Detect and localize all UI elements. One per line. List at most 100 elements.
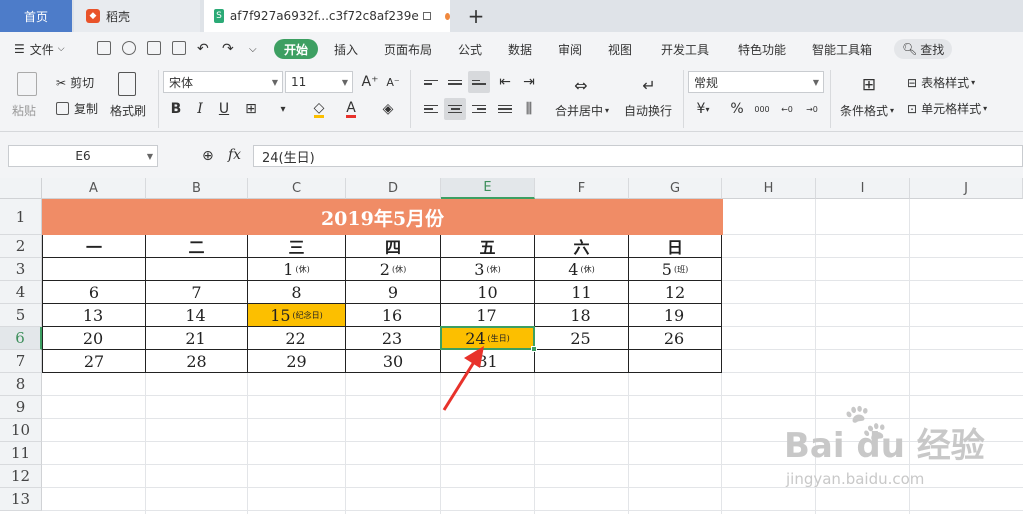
print-preview-icon[interactable] xyxy=(172,41,186,55)
more-fonts-chevron-icon[interactable]: ▾ xyxy=(272,98,294,120)
copy-icon xyxy=(56,102,69,115)
cut-label: 剪切 xyxy=(70,76,95,90)
font-size-value: 11 xyxy=(291,75,307,89)
name-box[interactable]: E6 ▼ xyxy=(8,145,158,167)
tab-special-features[interactable]: 特色功能 xyxy=(738,39,786,59)
number-format-select[interactable]: 常规 ▼ xyxy=(688,71,824,93)
docer-logo-icon: ◆ xyxy=(86,9,100,23)
thousands-separator-icon[interactable]: 000 xyxy=(751,98,773,120)
undo-icon[interactable]: ↶ xyxy=(197,39,209,59)
italic-icon[interactable]: I xyxy=(189,98,211,120)
chevron-down-icon: ▾ xyxy=(983,104,988,113)
chevron-down-icon: ▾ xyxy=(890,106,895,115)
clear-format-icon[interactable]: ◈ xyxy=(377,98,399,120)
tab-page-layout[interactable]: 页面布局 xyxy=(384,39,432,59)
decrease-font-size-icon[interactable]: A⁻ xyxy=(382,71,404,93)
decrease-decimal-icon[interactable]: →0 xyxy=(801,98,823,120)
paste-button[interactable]: 粘贴 xyxy=(12,102,36,119)
tab-docer[interactable]: ◆ 稻壳 xyxy=(74,0,200,32)
currency-symbol: ¥ xyxy=(696,101,706,117)
name-box-value: E6 xyxy=(75,149,91,163)
cell-style-button[interactable]: ⊡ 单元格样式 ▾ xyxy=(907,100,987,117)
tab-developer[interactable]: 开发工具 xyxy=(661,39,709,59)
monitor-icon xyxy=(422,12,432,20)
scissors-icon: ✂ xyxy=(56,75,67,90)
copy-button[interactable]: 复制 xyxy=(56,100,98,117)
tab-insert[interactable]: 插入 xyxy=(334,39,358,59)
arrow-shaft xyxy=(442,361,476,411)
tab-data[interactable]: 数据 xyxy=(508,39,532,59)
distributed-icon[interactable]: ⫼ xyxy=(518,98,540,120)
align-bottom-icon[interactable] xyxy=(468,71,490,93)
hamburger-icon: ☰ xyxy=(14,42,25,56)
font-color-icon[interactable]: A xyxy=(340,98,362,120)
cut-button[interactable]: ✂ 剪切 xyxy=(56,74,94,91)
insert-function-button[interactable]: fx xyxy=(228,147,241,163)
percent-symbol: % xyxy=(730,101,744,117)
watermark-brand: Bai du 经验 xyxy=(784,426,985,466)
align-left-icon[interactable] xyxy=(420,98,442,120)
ribbon-divider xyxy=(158,70,159,128)
number-format-value: 常规 xyxy=(694,75,719,90)
format-painter-icon[interactable] xyxy=(118,72,136,96)
save-icon[interactable] xyxy=(97,41,111,55)
customize-toolbar-icon[interactable]: ⌵ xyxy=(249,39,257,59)
font-name-select[interactable]: 宋体 ▼ xyxy=(163,71,283,93)
fill-color-icon[interactable]: ◇ xyxy=(308,98,330,120)
chevron-down-icon: ▾ xyxy=(605,106,610,115)
zoom-formula-icon[interactable]: ⊕ xyxy=(202,148,214,164)
bold-icon[interactable]: B xyxy=(165,98,187,120)
new-tab-button[interactable]: + xyxy=(464,0,488,32)
percent-icon[interactable]: % xyxy=(726,98,748,120)
plus-icon: + xyxy=(467,4,485,28)
ribbon-toolbar: 粘贴 ✂ 剪切 复制 格式刷 宋体 ▼ 11 ▼ A⁺ A⁻ B I U ⊞ ▾ ◇ … xyxy=(0,66,1023,132)
underline-icon[interactable]: U xyxy=(213,98,235,120)
font-size-select[interactable]: 11 ▼ xyxy=(285,71,353,93)
redo-icon[interactable]: ↷ xyxy=(222,39,234,59)
formula-bar: E6 ▼ ⊕ fx 24(生日) xyxy=(0,132,1023,178)
currency-icon[interactable]: ¥ ▾ xyxy=(692,98,714,120)
indent-decrease-icon[interactable]: ⇤ xyxy=(494,71,516,93)
tab-start[interactable]: 开始 xyxy=(274,39,319,59)
align-top-icon[interactable] xyxy=(420,71,442,93)
search-button[interactable]: 🔍︎ 查找 xyxy=(894,39,953,59)
formula-value: 24(生日) xyxy=(262,150,315,166)
conditional-format-icon[interactable]: ⊞ xyxy=(858,74,880,96)
justify-icon[interactable] xyxy=(494,98,516,120)
increase-font-size-icon[interactable]: A⁺ xyxy=(359,71,381,93)
tab-document[interactable]: Saf7f927a6932f...c3f72c8af239e xyxy=(204,0,450,32)
paste-icon[interactable] xyxy=(17,72,37,96)
wrap-text-icon[interactable]: ↵ xyxy=(638,74,660,96)
tab-review[interactable]: 审阅 xyxy=(558,39,582,59)
conditional-format-button[interactable]: 条件格式 ▾ xyxy=(840,102,894,119)
align-center-icon[interactable] xyxy=(444,98,466,120)
tab-smart-toolbox[interactable]: 智能工具箱 xyxy=(812,39,872,59)
unsaved-dot-icon xyxy=(445,12,450,20)
format-painter-button[interactable]: 格式刷 xyxy=(110,102,146,119)
font-name-value: 宋体 xyxy=(169,75,194,90)
tab-view[interactable]: 视图 xyxy=(608,39,632,59)
align-middle-icon[interactable] xyxy=(444,71,466,93)
search-icon: 🔍︎ xyxy=(902,42,918,56)
chevron-down-icon: ▼ xyxy=(271,78,278,87)
merge-center-button[interactable]: 合并居中 ▾ xyxy=(555,102,609,119)
tab-home[interactable]: 首页 xyxy=(0,0,72,32)
tab-formulas[interactable]: 公式 xyxy=(458,39,482,59)
tab-home-label: 首页 xyxy=(23,9,48,24)
indent-increase-icon[interactable]: ⇥ xyxy=(518,71,540,93)
menu-bar: ☰ 文件 ⌵ ↶ ↷ ⌵ 开始 插入 页面布局 公式 数据 审阅 视图 开发工具 特… xyxy=(0,32,1023,66)
table-style-button[interactable]: ⊟ 表格样式 ▾ xyxy=(907,74,975,91)
formula-input[interactable]: 24(生日) xyxy=(253,145,1023,167)
print-icon[interactable] xyxy=(147,41,161,55)
export-icon[interactable] xyxy=(122,41,136,55)
wrap-text-button[interactable]: 自动换行 xyxy=(624,102,672,119)
conditional-format-label: 条件格式 xyxy=(840,104,889,118)
file-menu[interactable]: ☰ 文件 ⌵ xyxy=(14,39,65,59)
table-style-icon: ⊟ xyxy=(907,75,918,90)
align-right-icon[interactable] xyxy=(468,98,490,120)
merge-center-icon[interactable]: ⇔ xyxy=(570,74,592,96)
increase-decimal-icon[interactable]: ←0 xyxy=(776,98,798,120)
cell-style-label: 单元格样式 xyxy=(921,102,982,116)
borders-icon[interactable]: ⊞ xyxy=(240,98,262,120)
chevron-down-icon: ▼ xyxy=(341,78,348,87)
